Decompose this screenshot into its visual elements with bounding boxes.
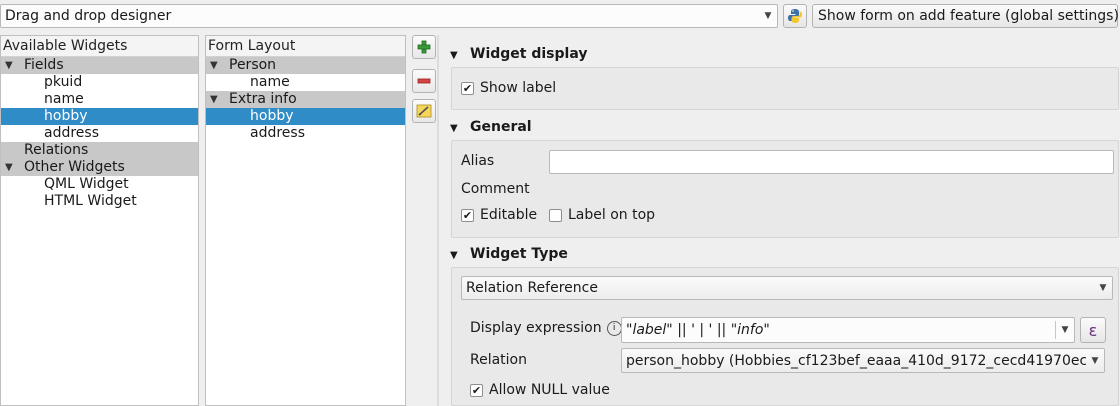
tree-item-qml-widget[interactable]: QML Widget xyxy=(1,176,198,193)
expression-builder-button[interactable]: ε xyxy=(1080,317,1106,343)
checkbox-icon[interactable] xyxy=(549,208,562,222)
expand-arrow-icon[interactable]: ▼ xyxy=(5,159,13,176)
tree-item-hobby[interactable]: hobby xyxy=(206,108,405,125)
widget-type-group: Relation Reference ▼ Display expression … xyxy=(451,267,1119,406)
form-layout-tree[interactable]: Form Layout ▼ Person name ▼ Extra info h… xyxy=(205,35,406,406)
add-container-button[interactable] xyxy=(412,35,436,59)
add-icon xyxy=(417,40,431,54)
expand-arrow-icon[interactable]: ▼ xyxy=(210,91,218,108)
tree-item-address[interactable]: address xyxy=(206,125,405,142)
allow-null-checkbox[interactable]: ✔ Allow NULL value xyxy=(470,382,610,398)
tree-category-other-widgets[interactable]: ▼ Other Widgets xyxy=(1,159,198,176)
form-layout-header: Form Layout xyxy=(206,36,405,57)
label-on-top-checkbox[interactable]: Label on top xyxy=(549,207,655,223)
alias-label: Alias xyxy=(461,153,495,169)
epsilon-icon: ε xyxy=(1088,320,1098,340)
general-header[interactable]: ▼ General xyxy=(446,116,1116,138)
tree-group-person[interactable]: ▼ Person xyxy=(206,57,405,74)
edit-icon xyxy=(416,104,432,118)
python-init-button[interactable] xyxy=(783,4,807,28)
expand-arrow-icon[interactable]: ▼ xyxy=(5,57,13,74)
tree-item-name[interactable]: name xyxy=(206,74,405,91)
collapse-arrow-icon[interactable]: ▼ xyxy=(450,45,464,67)
show-form-on-add-label: Show form on add feature (global setting… xyxy=(818,8,1119,24)
python-icon xyxy=(788,9,802,23)
alias-input[interactable] xyxy=(549,150,1114,174)
relation-select[interactable]: person_hobby (Hobbies_cf123bef_eaaa_410d… xyxy=(621,348,1105,373)
tree-item-hobby[interactable]: hobby xyxy=(1,108,198,125)
checkbox-icon[interactable]: ✔ xyxy=(461,81,474,95)
collapse-arrow-icon[interactable]: ▼ xyxy=(450,118,464,140)
display-expression-field[interactable]: "label" || ' | ' || "info" ▼ xyxy=(621,317,1075,343)
checkbox-icon[interactable]: ✔ xyxy=(470,383,483,397)
show-label-checkbox[interactable]: ✔ Show label xyxy=(461,80,556,96)
widget-type-select[interactable]: Relation Reference ▼ xyxy=(461,276,1113,300)
available-widgets-header: Available Widgets xyxy=(1,36,198,57)
tree-category-relations[interactable]: Relations xyxy=(1,142,198,159)
tree-item-pkuid[interactable]: pkuid xyxy=(1,74,198,91)
edit-form-button[interactable] xyxy=(412,99,436,123)
section-splitter[interactable] xyxy=(446,238,1120,242)
remove-item-button[interactable] xyxy=(412,69,436,93)
expand-arrow-icon[interactable]: ▼ xyxy=(210,57,218,74)
tree-item-name[interactable]: name xyxy=(1,91,198,108)
designer-mode-select[interactable]: Drag and drop designer ▼ xyxy=(0,4,778,28)
widget-display-group: ✔ Show label xyxy=(451,67,1119,110)
comment-label: Comment xyxy=(461,181,530,197)
tree-item-address[interactable]: address xyxy=(1,125,198,142)
editable-checkbox[interactable]: ✔ Editable xyxy=(461,207,537,223)
show-form-on-add-select[interactable]: Show form on add feature (global setting… xyxy=(812,4,1119,28)
chevron-down-icon: ▼ xyxy=(1099,283,1107,293)
designer-mode-value: Drag and drop designer xyxy=(5,8,172,24)
available-widgets-tree[interactable]: Available Widgets ▼ Fields pkuid name ho… xyxy=(0,35,199,406)
display-expression-label: Display expression i xyxy=(470,320,622,336)
remove-icon xyxy=(417,78,431,84)
info-icon[interactable]: i xyxy=(606,320,622,336)
general-group: Alias Comment ✔ Editable Label on top xyxy=(451,140,1119,238)
chevron-down-icon: ▼ xyxy=(1091,355,1099,366)
chevron-down-icon: ▼ xyxy=(764,11,772,21)
tree-group-extra-info[interactable]: ▼ Extra info xyxy=(206,91,405,108)
collapse-arrow-icon[interactable]: ▼ xyxy=(450,245,464,267)
chevron-down-icon: ▼ xyxy=(1061,325,1069,335)
widget-display-header[interactable]: ▼ Widget display xyxy=(446,43,1116,65)
widget-type-header[interactable]: ▼ Widget Type xyxy=(446,243,1116,265)
tree-category-fields[interactable]: ▼ Fields xyxy=(1,57,198,74)
panel-splitter[interactable] xyxy=(437,35,439,406)
checkbox-icon[interactable]: ✔ xyxy=(461,208,474,222)
relation-label: Relation xyxy=(470,352,527,368)
tree-item-html-widget[interactable]: HTML Widget xyxy=(1,193,198,210)
